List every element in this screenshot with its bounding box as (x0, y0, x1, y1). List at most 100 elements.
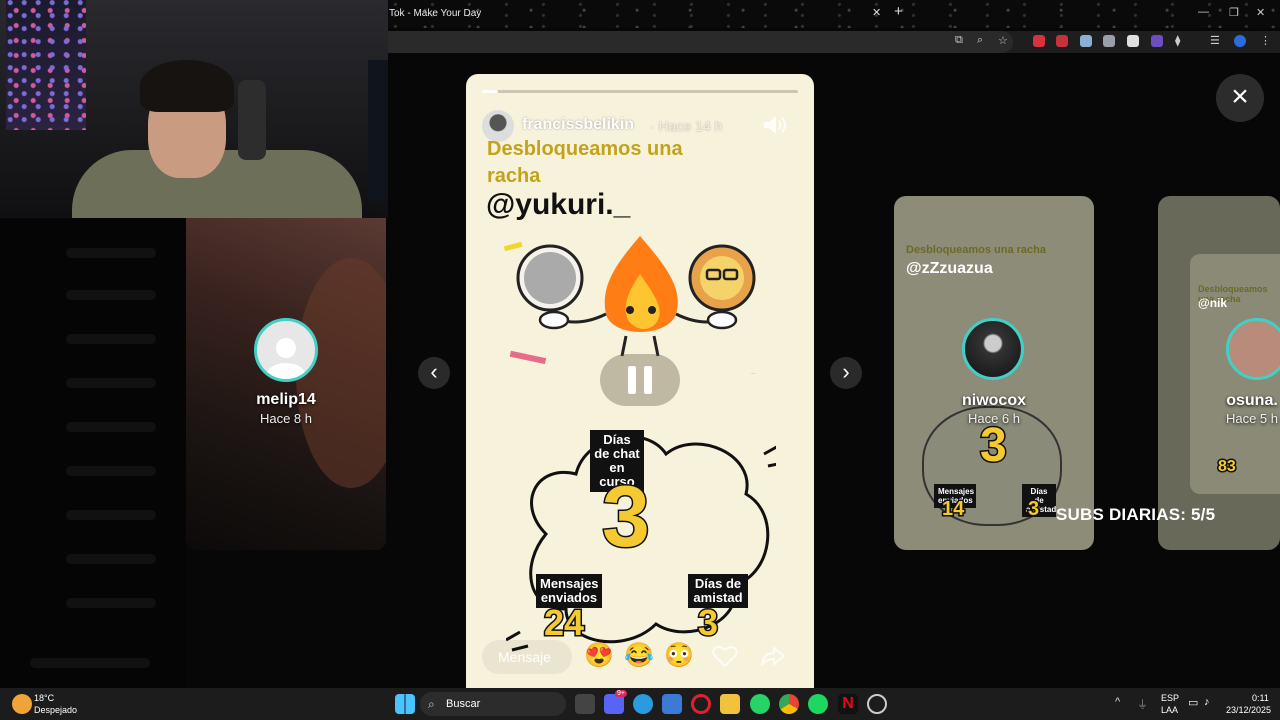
like-heart-icon[interactable] (712, 644, 738, 668)
extension-icon[interactable] (1103, 35, 1115, 47)
clock-date[interactable]: 23/12/2025 (1226, 705, 1271, 715)
messages-value: 24 (542, 601, 585, 645)
zoom-icon[interactable]: ⌕ (977, 34, 983, 47)
sidebar-placeholder (30, 658, 150, 668)
install-icon[interactable]: ⧉ (955, 34, 963, 47)
extensions-puzzle-icon[interactable]: ⧫ (1175, 34, 1180, 47)
reaction-flushed[interactable]: 😳 (664, 642, 694, 670)
task-view-icon[interactable] (575, 694, 595, 714)
next-story-username: niwocox (961, 392, 1026, 409)
previous-story-time: Hace 8 h (259, 411, 313, 426)
browser-tabstrip: Tok - Make Your Day ✕ + — ❐ ✕ (388, 0, 1280, 28)
tab-close-icon[interactable]: ✕ (872, 6, 881, 19)
taskbar-search[interactable]: ⌕ Buscar (420, 692, 566, 716)
window-close-button[interactable]: ✕ (1256, 6, 1265, 19)
chrome-icon[interactable] (779, 694, 799, 714)
screen: Tok - Make Your Day ✕ + — ❐ ✕ ⧉ ⌕ ☆ ⧫ ☰ … (0, 0, 1280, 720)
chevron-up-icon[interactable]: ^ (1115, 696, 1120, 708)
whatsapp-icon[interactable] (750, 694, 770, 714)
extension-icon[interactable] (1151, 35, 1163, 47)
discord-icon[interactable] (604, 694, 624, 714)
pause-button[interactable] (600, 354, 680, 406)
maximize-button[interactable]: ❐ (1229, 6, 1239, 19)
next-story-mention: @zZzuazua (906, 260, 993, 277)
streamer-hair (140, 60, 234, 112)
windows-taskbar: 18°C Despejado ⌕ Buscar 9+ N ^ ⏚ ESP LAA… (0, 688, 1280, 720)
volume-icon[interactable]: ♪ (1204, 696, 1210, 708)
windows-start-icon[interactable] (395, 694, 415, 714)
next-story-friendship-value: 3 (1026, 497, 1040, 522)
next-story-headline: Desbloqueamos una racha (906, 244, 1046, 256)
clock-time[interactable]: 0:11 (1252, 693, 1269, 703)
story-mention[interactable]: @yukuri._ (486, 188, 630, 222)
story-timestamp: · Hace 14 h (650, 118, 723, 134)
network-icon[interactable]: ▭ (1188, 696, 1198, 709)
christmas-tree (6, 0, 86, 130)
sidebar-placeholder (66, 510, 156, 520)
sidebar-placeholder (66, 334, 156, 344)
default-avatar (254, 318, 318, 382)
app-icon[interactable] (867, 694, 887, 714)
profile-avatar[interactable] (1234, 35, 1246, 47)
discord-badge: 9+ (615, 690, 627, 697)
close-viewer-button[interactable]: × (1216, 74, 1264, 122)
previous-story-card[interactable] (186, 218, 386, 550)
extension-icon[interactable] (1127, 35, 1139, 47)
store-icon[interactable] (662, 694, 682, 714)
microphone (238, 80, 266, 160)
search-icon: ⌕ (428, 697, 435, 711)
extension-icon[interactable] (1056, 35, 1068, 47)
webcam-overlay (0, 0, 388, 218)
next-story-2-mention: @nik (1198, 296, 1228, 310)
sidebar-placeholder (66, 554, 156, 564)
language-code[interactable]: ESP (1161, 693, 1179, 703)
opera-icon[interactable] (691, 694, 711, 714)
sidebar-placeholder (66, 422, 156, 432)
url-field[interactable] (388, 31, 1013, 53)
address-bar (388, 31, 1280, 53)
spotify-icon[interactable] (808, 694, 828, 714)
weather-icon[interactable] (12, 694, 32, 714)
weather-desc: Despejado (34, 705, 78, 715)
subs-overlay: SUBS DIARIAS: 5/5 (1056, 505, 1216, 524)
message-input[interactable]: Mensaje (482, 640, 572, 674)
sidebar-placeholder (66, 598, 156, 608)
new-tab-button[interactable]: + (894, 3, 903, 20)
next-story-button[interactable]: › (830, 357, 862, 389)
next-story-messages-value: 14 (940, 497, 965, 522)
share-arrow-icon[interactable] (760, 644, 786, 668)
friendship-value: 3 (696, 601, 719, 645)
reaction-heart-eyes[interactable]: 😍 (584, 642, 614, 670)
netflix-icon[interactable]: N (838, 694, 858, 714)
file-explorer-icon[interactable] (720, 694, 740, 714)
microphone-icon[interactable]: ⏚ (1137, 696, 1148, 712)
streak-flame-illustration (503, 236, 757, 374)
monitor (368, 60, 388, 200)
previous-story-button[interactable]: ‹ (418, 357, 450, 389)
media-controls-icon[interactable]: ☰ (1210, 34, 1220, 47)
bookmark-star-icon[interactable]: ☆ (998, 34, 1008, 47)
next-story-2-username: osuna. (1226, 392, 1278, 409)
extension-icon[interactable] (1033, 35, 1045, 47)
next-story-avatar (962, 318, 1024, 380)
menu-kebab-icon[interactable]: ⋮ (1260, 34, 1271, 47)
extension-icon[interactable] (1080, 35, 1092, 47)
story-headline: Desbloqueamos una racha (487, 138, 683, 187)
minimize-button[interactable]: — (1198, 6, 1209, 18)
pause-bar (644, 366, 652, 394)
weather-temp: 18°C (34, 693, 55, 703)
next-story-2-avatar (1226, 318, 1280, 380)
speaker-icon[interactable] (762, 114, 788, 136)
reaction-laughing[interactable]: 😂 (624, 642, 654, 670)
sidebar-placeholder (66, 290, 156, 300)
language-layout[interactable]: LAA (1161, 705, 1178, 715)
edge-icon[interactable] (633, 694, 653, 714)
sidebar-placeholder (66, 466, 156, 476)
story-viewer[interactable]: francissbelikin · Hace 14 h Desbloqueamo… (466, 74, 814, 688)
story-author-username[interactable]: francissbelikin (522, 116, 634, 134)
story-progress-bar (482, 90, 798, 93)
previous-story-username: melip14 (256, 391, 316, 408)
browser-tab[interactable]: Tok - Make Your Day (388, 2, 498, 26)
reply-bar: Mensaje 😍 😂 😳 (482, 640, 798, 676)
sidebar-placeholder (66, 378, 156, 388)
